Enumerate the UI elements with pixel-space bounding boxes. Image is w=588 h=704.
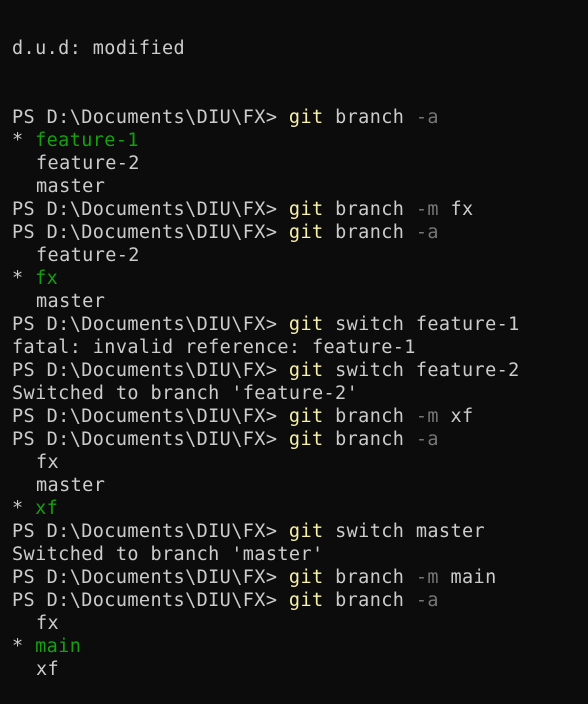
branch-name: fx [36, 613, 60, 634]
prompt-text: PS D:\Documents\DIU\FX> [12, 406, 289, 427]
command-arg-tail: fx [438, 199, 474, 220]
command-name: git [288, 360, 324, 381]
prompt-text: PS D:\Documents\DIU\FX> [12, 199, 289, 220]
output-line: Switched to branch 'master' [12, 543, 588, 566]
command-args: switch feature-1 [323, 314, 520, 335]
branch-name: feature-2 [36, 153, 140, 174]
branch-line: xf [12, 658, 588, 681]
branch-name: master [36, 176, 106, 197]
branch-name: feature-2 [36, 245, 140, 266]
command-args: branch [323, 107, 416, 128]
prompt-text: PS D:\Documents\DIU\FX> [12, 222, 289, 243]
terminal-lines: PS D:\Documents\DIU\FX> git branch -a * f… [12, 106, 588, 681]
command-arg-tail: xf [438, 406, 474, 427]
command-args: branch [323, 590, 416, 611]
output-text: Switched to branch 'feature-2' [12, 383, 359, 404]
command-name: git [288, 222, 324, 243]
output-text: fatal: invalid reference: feature-1 [12, 337, 416, 358]
output-line: fatal: invalid reference: feature-1 [12, 336, 588, 359]
branch-line: fx [12, 451, 588, 474]
branch-name: fx [36, 452, 60, 473]
prompt-line: PS D:\Documents\DIU\FX> git branch -a [12, 428, 588, 451]
command-args: branch [323, 199, 416, 220]
branch-name: master [36, 475, 106, 496]
terminal-output[interactable]: d.u.d: modified PS D:\Documents\DIU\FX> … [0, 0, 588, 704]
command-flag: -m [415, 199, 439, 220]
command-name: git [288, 107, 324, 128]
truncated-top-line: d.u.d: modified [12, 38, 186, 59]
branch-line: feature-2 [12, 244, 588, 267]
command-name: git [288, 199, 324, 220]
current-branch-marker: * [12, 130, 36, 151]
prompt-text: PS D:\Documents\DIU\FX> [12, 107, 289, 128]
branch-line: master [12, 474, 588, 497]
command-name: git [288, 406, 324, 427]
command-arg-tail: main [438, 567, 497, 588]
current-branch-line: * main [12, 635, 588, 658]
current-branch-name: feature-1 [35, 130, 139, 151]
current-branch-name: main [35, 636, 82, 657]
command-name: git [288, 314, 324, 335]
branch-name: master [36, 291, 106, 312]
branch-name: xf [36, 659, 60, 680]
command-args: branch [323, 567, 416, 588]
prompt-text: PS D:\Documents\DIU\FX> [12, 567, 289, 588]
branch-line: feature-2 [12, 152, 588, 175]
command-args: switch feature-2 [323, 360, 520, 381]
command-flag: -a [415, 590, 439, 611]
prompt-line: PS D:\Documents\DIU\FX> git branch -m ma… [12, 566, 588, 589]
command-name: git [288, 590, 324, 611]
command-args: branch [323, 429, 416, 450]
command-flag: -m [415, 406, 439, 427]
prompt-text: PS D:\Documents\DIU\FX> [12, 521, 289, 542]
current-branch-name: fx [35, 268, 59, 289]
current-branch-marker: * [12, 636, 36, 657]
current-branch-name: xf [35, 498, 59, 519]
current-branch-line: * feature-1 [12, 129, 588, 152]
current-branch-line: * xf [12, 497, 588, 520]
branch-line: master [12, 290, 588, 313]
prompt-line: PS D:\Documents\DIU\FX> git branch -a [12, 106, 588, 129]
command-flag: -m [415, 567, 439, 588]
command-name: git [288, 521, 324, 542]
current-branch-line: * fx [12, 267, 588, 290]
prompt-line: PS D:\Documents\DIU\FX> git switch featu… [12, 359, 588, 382]
command-flag: -a [415, 107, 439, 128]
prompt-line: PS D:\Documents\DIU\FX> git switch maste… [12, 520, 588, 543]
prompt-text: PS D:\Documents\DIU\FX> [12, 314, 289, 335]
current-branch-marker: * [12, 498, 36, 519]
prompt-line: PS D:\Documents\DIU\FX> git switch featu… [12, 313, 588, 336]
command-name: git [288, 567, 324, 588]
command-name: git [288, 429, 324, 450]
command-args: branch [323, 222, 416, 243]
prompt-line: PS D:\Documents\DIU\FX> git branch -a [12, 589, 588, 612]
command-flag: -a [415, 429, 439, 450]
prompt-line: PS D:\Documents\DIU\FX> git branch -m fx [12, 198, 588, 221]
output-line: Switched to branch 'feature-2' [12, 382, 588, 405]
branch-line: master [12, 175, 588, 198]
prompt-text: PS D:\Documents\DIU\FX> [12, 360, 289, 381]
prompt-text: PS D:\Documents\DIU\FX> [12, 590, 289, 611]
branch-line: fx [12, 612, 588, 635]
output-text: Switched to branch 'master' [12, 544, 324, 565]
prompt-line: PS D:\Documents\DIU\FX> git branch -a [12, 221, 588, 244]
command-args: switch master [323, 521, 486, 542]
prompt-text: PS D:\Documents\DIU\FX> [12, 429, 289, 450]
command-flag: -a [415, 222, 439, 243]
prompt-line: PS D:\Documents\DIU\FX> git branch -m xf [12, 405, 588, 428]
current-branch-marker: * [12, 268, 36, 289]
command-args: branch [323, 406, 416, 427]
